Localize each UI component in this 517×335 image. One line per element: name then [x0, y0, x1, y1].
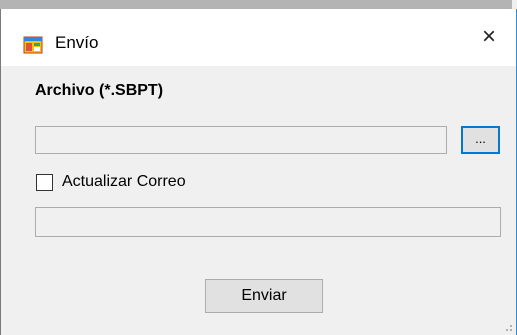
update-mail-label[interactable]: Actualizar Correo	[62, 173, 186, 191]
dialog-body: Archivo (*.SBPT) ... Actualizar Correo E…	[1, 66, 516, 335]
update-mail-checkbox[interactable]	[36, 174, 53, 191]
close-icon: ×	[481, 23, 496, 50]
window-title: Envío	[55, 33, 99, 52]
app-window-icon	[23, 36, 43, 54]
browse-button[interactable]: ...	[461, 126, 500, 154]
mail-field[interactable]	[35, 207, 501, 237]
file-label: Archivo (*.SBPT)	[35, 82, 164, 99]
send-button[interactable]: Enviar	[205, 279, 323, 313]
file-path-field[interactable]	[35, 126, 447, 154]
envio-dialog: Envío × Archivo (*.SBPT) ... Actualizar …	[0, 0, 517, 335]
close-button[interactable]: ×	[471, 22, 507, 52]
title-bar[interactable]: Envío ×	[1, 9, 516, 66]
resize-grip[interactable]	[502, 321, 512, 331]
